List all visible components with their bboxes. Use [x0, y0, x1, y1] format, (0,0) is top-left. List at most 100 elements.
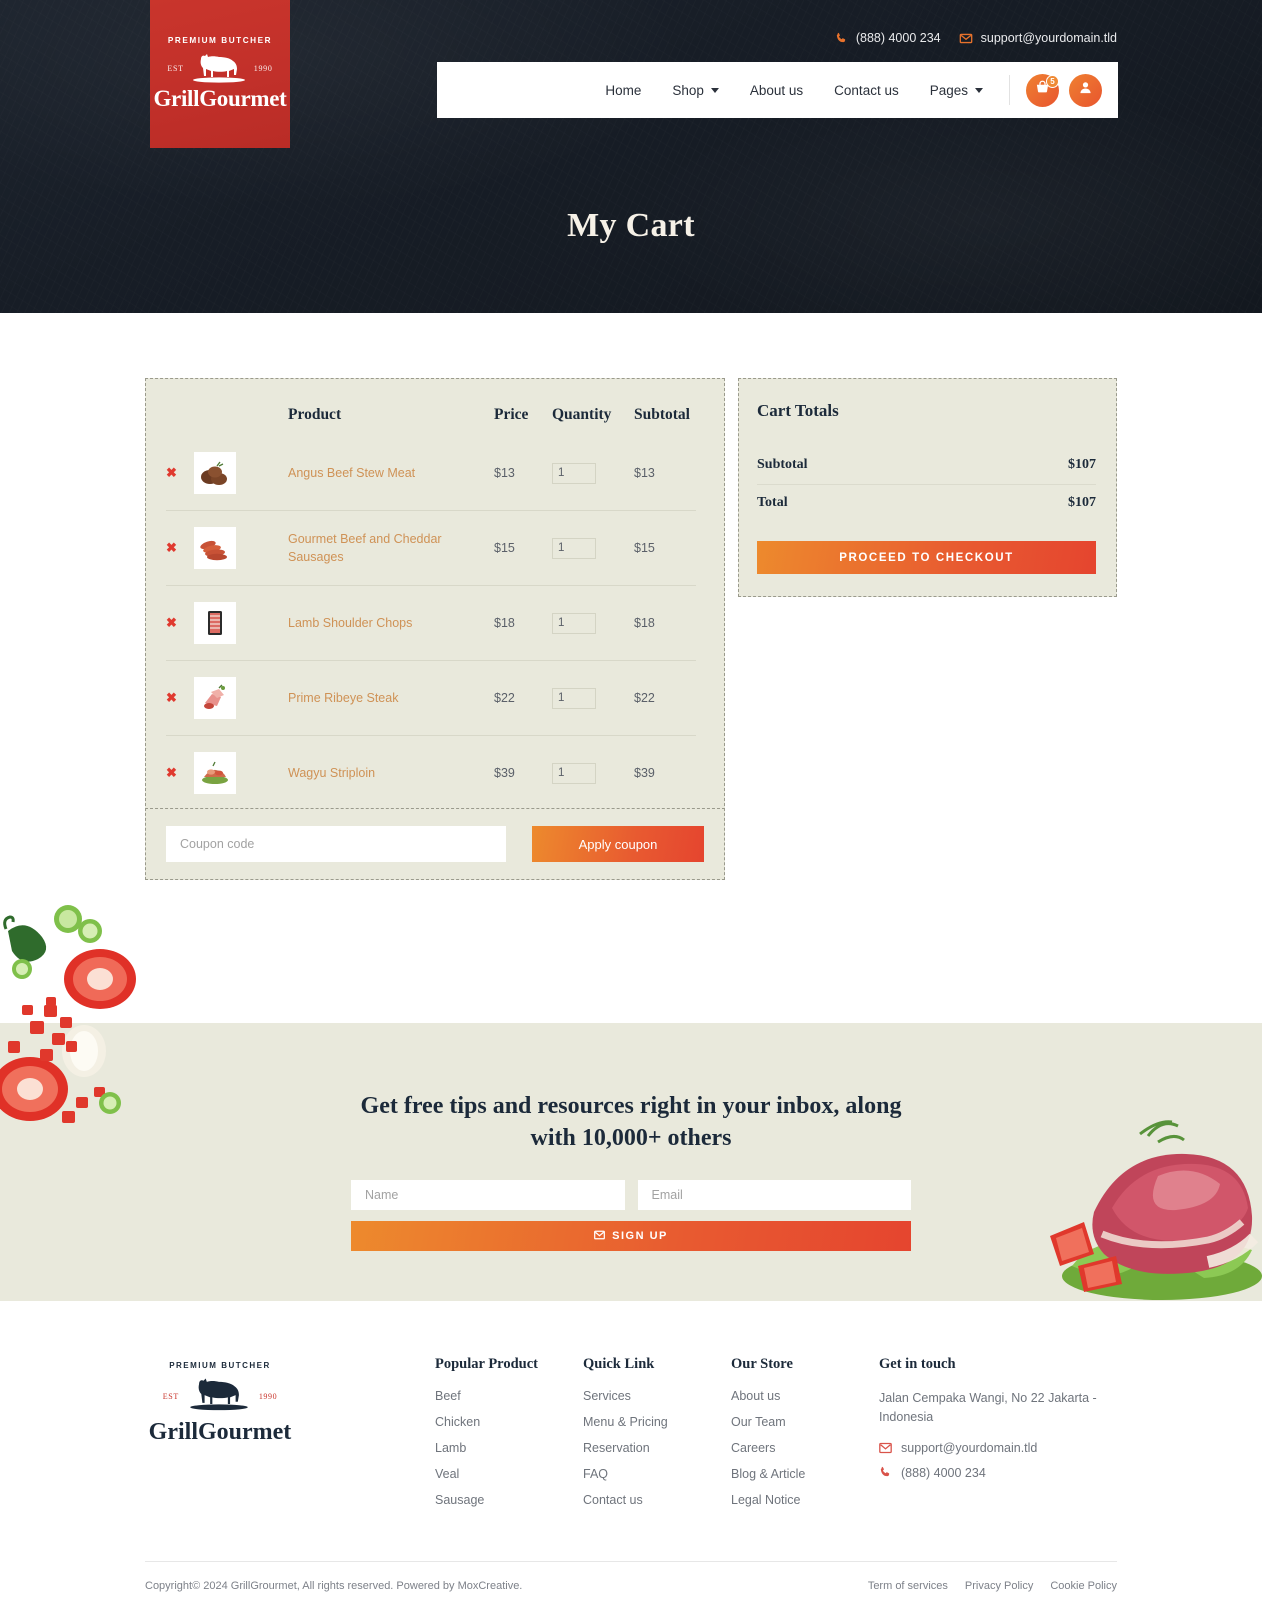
product-price: $18	[494, 616, 515, 630]
newsletter-signup-label: SIGN UP	[612, 1230, 668, 1243]
product-name-link[interactable]: Angus Beef Stew Meat	[288, 466, 415, 480]
quantity-input[interactable]	[552, 462, 596, 484]
site-logo[interactable]: PREMIUM BUTCHER EST 1990 GrillGourmet	[150, 0, 290, 148]
chevron-down-icon	[710, 87, 719, 93]
cart-items-table: Product Price Quantity Subtotal ✖ Angus …	[145, 378, 725, 841]
product-thumbnail[interactable]	[194, 602, 236, 644]
coupon-input[interactable]	[166, 826, 506, 862]
product-subtotal: $13	[634, 466, 655, 480]
legal-link-privacy[interactable]: Privacy Policy	[965, 1580, 1033, 1592]
product-price: $15	[494, 541, 515, 555]
nav-item-pages[interactable]: Pages	[930, 83, 983, 98]
legal-link-terms[interactable]: Term of services	[868, 1580, 948, 1592]
mail-icon	[959, 32, 973, 45]
remove-item-icon[interactable]: ✖	[166, 765, 177, 780]
newsletter-name-input[interactable]	[351, 1180, 625, 1211]
quantity-input[interactable]	[552, 762, 596, 784]
product-price: $39	[494, 766, 515, 780]
cart-page: PREMIUM BUTCHER EST 1990 GrillGourmet (8…	[0, 0, 1262, 1616]
remove-item-icon[interactable]: ✖	[166, 465, 177, 480]
product-subtotal: $18	[634, 616, 655, 630]
table-header-row: Product Price Quantity Subtotal	[166, 403, 696, 446]
table-row: ✖ Wagyu Striploin $39 $39	[166, 735, 696, 810]
product-thumbnail[interactable]	[194, 452, 236, 494]
table-row: ✖ Prime Ribeye Steak $22 $22	[166, 660, 696, 735]
footer-link[interactable]: Contact us	[583, 1493, 731, 1507]
product-name-link[interactable]: Lamb Shoulder Chops	[288, 616, 412, 630]
column-header-subtotal: Subtotal	[634, 406, 690, 423]
footer-link[interactable]: Beef	[435, 1389, 583, 1403]
account-button[interactable]	[1069, 73, 1102, 107]
newsletter-email-input[interactable]	[637, 1180, 911, 1211]
footer-logo-tagline: PREMIUM BUTCHER	[169, 1361, 271, 1370]
quantity-input[interactable]	[552, 612, 596, 634]
footer-link[interactable]: Menu & Pricing	[583, 1415, 731, 1429]
column-header-quantity: Quantity	[552, 406, 612, 423]
footer-link[interactable]: Chicken	[435, 1415, 583, 1429]
footer-column-popular-product: Popular Product Beef Chicken Lamb Veal S…	[435, 1356, 583, 1519]
footer-link[interactable]: Lamb	[435, 1441, 583, 1455]
steak-decoration-image	[1032, 1116, 1262, 1301]
page-title: My Cart	[567, 207, 695, 244]
product-name-link[interactable]: Gourmet Beef and Cheddar Sausages	[288, 532, 442, 564]
remove-item-icon[interactable]: ✖	[166, 540, 177, 555]
total-value: $107	[1068, 495, 1096, 510]
nav-item-home[interactable]: Home	[605, 83, 641, 98]
quantity-input[interactable]	[552, 687, 596, 709]
product-thumbnail[interactable]	[194, 527, 236, 569]
footer-bottom-bar: Copyright© 2024 GrillGrourmet, All right…	[145, 1561, 1117, 1616]
newsletter-title: Get free tips and resources right in you…	[360, 1093, 902, 1151]
footer-link[interactable]: Blog & Article	[731, 1467, 879, 1481]
cart-totals-panel: Cart Totals Subtotal $107 Total $107 PRO…	[738, 378, 1117, 597]
footer-column-title: Our Store	[731, 1356, 793, 1372]
footer-link[interactable]: Our Team	[731, 1415, 879, 1429]
footer-link[interactable]: Services	[583, 1389, 731, 1403]
footer-phone[interactable]: (888) 4000 234	[879, 1466, 1109, 1480]
footer-email[interactable]: support@yourdomain.tld	[879, 1441, 1109, 1455]
product-price: $22	[494, 691, 515, 705]
cart-main: Product Price Quantity Subtotal ✖ Angus …	[0, 313, 1262, 880]
footer-logo[interactable]: PREMIUM BUTCHER EST 1990 GrillGourmet	[145, 1356, 435, 1519]
footer-link[interactable]: About us	[731, 1389, 879, 1403]
nav-item-contact-us[interactable]: Contact us	[834, 83, 899, 98]
quantity-input[interactable]	[552, 537, 596, 559]
top-email-text: support@yourdomain.tld	[980, 31, 1117, 45]
newsletter-signup-button[interactable]: SIGN UP	[351, 1221, 911, 1252]
product-subtotal: $15	[634, 541, 655, 555]
nav-item-shop[interactable]: Shop	[672, 83, 719, 98]
top-email[interactable]: support@yourdomain.tld	[959, 31, 1117, 45]
apply-coupon-button[interactable]: Apply coupon	[532, 826, 704, 862]
product-name-link[interactable]: Wagyu Striploin	[288, 766, 375, 780]
footer-link[interactable]: Legal Notice	[731, 1493, 879, 1507]
footer-link[interactable]: Careers	[731, 1441, 879, 1455]
product-name-link[interactable]: Prime Ribeye Steak	[288, 691, 398, 705]
footer-link[interactable]: Sausage	[435, 1493, 583, 1507]
newsletter-content: Get free tips and resources right in you…	[351, 1023, 911, 1252]
copyright-text: Copyright© 2024 GrillGrourmet, All right…	[145, 1580, 523, 1592]
remove-item-icon[interactable]: ✖	[166, 690, 177, 705]
logo-year-label: 1990	[253, 63, 273, 73]
remove-item-icon[interactable]: ✖	[166, 615, 177, 630]
footer-link[interactable]: Veal	[435, 1467, 583, 1481]
nav-item-about-us[interactable]: About us	[750, 83, 803, 98]
product-thumbnail[interactable]	[194, 677, 236, 719]
cow-icon	[188, 1375, 250, 1418]
table-row: ✖ Lamb Shoulder Chops $18 $18	[166, 585, 696, 660]
footer-column-get-in-touch: Get in touch Jalan Cempaka Wangi, No 22 …	[879, 1356, 1109, 1519]
proceed-to-checkout-button[interactable]: PROCEED TO CHECKOUT	[757, 541, 1096, 574]
newsletter-fields	[351, 1180, 911, 1211]
user-icon	[1078, 80, 1093, 100]
footer-column-title: Get in touch	[879, 1356, 956, 1372]
footer-link[interactable]: FAQ	[583, 1467, 731, 1481]
newsletter-section: Get free tips and resources right in you…	[0, 905, 1262, 1301]
subtotal-value: $107	[1068, 457, 1096, 472]
top-phone[interactable]: (888) 4000 234	[835, 31, 941, 45]
footer-link[interactable]: Reservation	[583, 1441, 731, 1455]
footer-logo-year: 1990	[258, 1392, 278, 1401]
footer-email-text: support@yourdomain.tld	[901, 1440, 1038, 1455]
footer-column-title: Popular Product	[435, 1356, 538, 1372]
legal-link-cookie[interactable]: Cookie Policy	[1050, 1580, 1117, 1592]
cart-button[interactable]: 5	[1026, 73, 1059, 107]
total-label: Total	[757, 495, 788, 510]
product-thumbnail[interactable]	[194, 752, 236, 794]
